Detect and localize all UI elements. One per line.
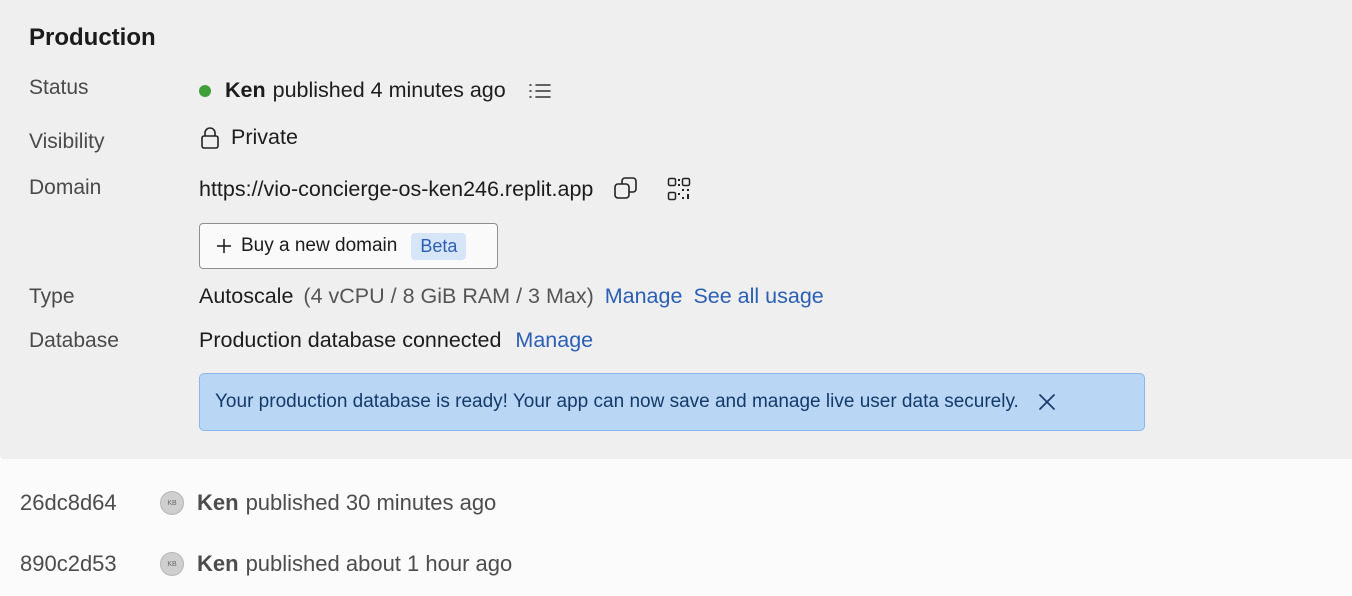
visibility-value: Private <box>199 125 298 150</box>
section-title: Production <box>29 24 156 51</box>
visibility-label: Visibility <box>29 130 105 153</box>
plus-icon <box>216 238 232 254</box>
status-text: published 4 minutes ago <box>272 78 506 102</box>
type-spec: (4 vCPU / 8 GiB RAM / 3 Max) <box>303 284 594 308</box>
qr-code-icon[interactable] <box>667 177 691 201</box>
history-row[interactable]: 26dc8d64 KB Ken published 30 minutes ago <box>20 490 496 516</box>
database-ready-alert: Your production database is ready! Your … <box>199 373 1145 431</box>
alert-message: Your production database is ready! Your … <box>215 391 1019 412</box>
status-user: Ken <box>225 78 266 102</box>
avatar: KB <box>160 491 184 515</box>
domain-url[interactable]: https://vio-concierge-os-ken246.replit.a… <box>199 177 593 202</box>
buy-domain-button[interactable]: Buy a new domain Beta <box>199 223 498 269</box>
buy-domain-label: Buy a new domain <box>241 235 398 256</box>
domain-value: https://vio-concierge-os-ken246.replit.a… <box>199 176 691 202</box>
type-manage-link[interactable]: Manage <box>605 284 683 309</box>
copy-icon[interactable] <box>613 176 639 202</box>
database-label: Database <box>29 329 119 352</box>
list-icon[interactable] <box>528 80 552 102</box>
type-value: Autoscale (4 vCPU / 8 GiB RAM / 3 Max) M… <box>199 284 824 309</box>
type-label: Type <box>29 285 75 308</box>
status-value: Ken published 4 minutes ago <box>199 78 552 103</box>
history-user: Ken <box>197 551 239 576</box>
close-icon[interactable] <box>1037 392 1057 412</box>
history-text: published 30 minutes ago <box>245 490 497 515</box>
database-value: Production database connected Manage <box>199 328 593 353</box>
visibility-text: Private <box>231 125 298 149</box>
status-dot <box>199 84 211 97</box>
database-manage-link[interactable]: Manage <box>515 328 593 353</box>
see-all-usage-link[interactable]: See all usage <box>693 284 823 309</box>
production-panel: Production Status Ken published 4 minute… <box>0 0 1352 459</box>
commit-hash: 890c2d53 <box>20 551 117 576</box>
commit-hash: 26dc8d64 <box>20 490 117 515</box>
history-user: Ken <box>197 490 239 515</box>
history-row[interactable]: 890c2d53 KB Ken published about 1 hour a… <box>20 551 512 577</box>
type-text: Autoscale <box>199 284 294 308</box>
avatar: KB <box>160 552 184 576</box>
beta-badge: Beta <box>411 232 467 260</box>
database-text: Production database connected <box>199 328 502 352</box>
domain-label: Domain <box>29 176 102 199</box>
status-label: Status <box>29 76 89 99</box>
lock-icon <box>199 126 221 150</box>
history-text: published about 1 hour ago <box>245 551 513 576</box>
